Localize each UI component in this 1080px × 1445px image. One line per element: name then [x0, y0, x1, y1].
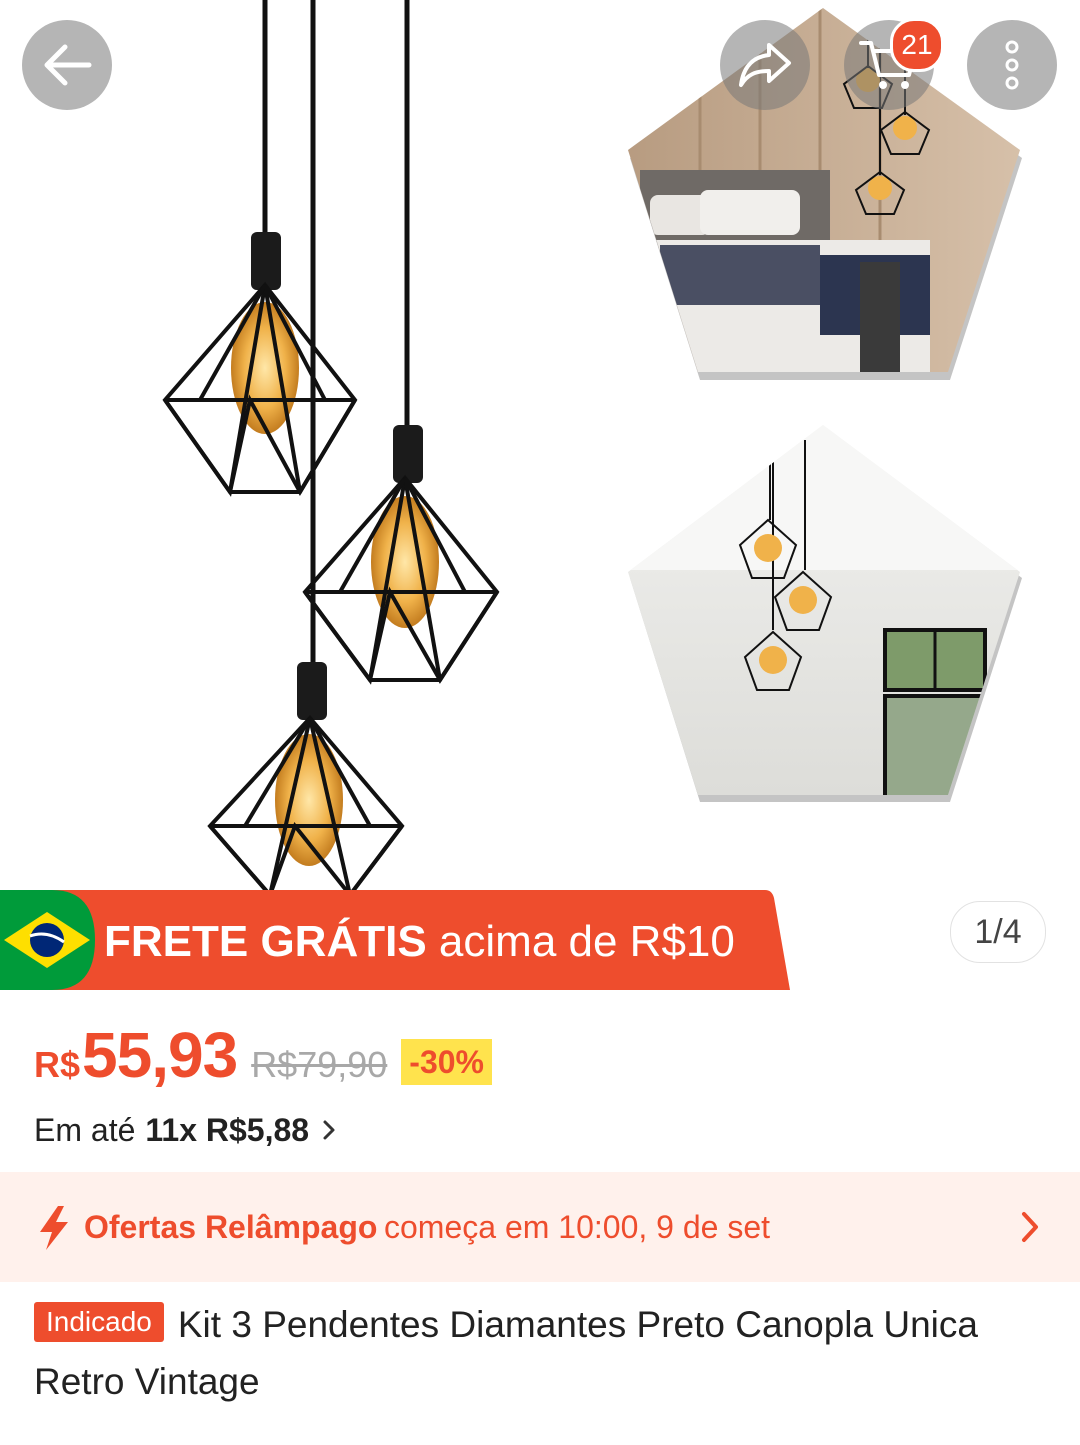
- free-shipping-label: FRETE GRÁTIS: [104, 917, 427, 966]
- product-title: Kit 3 Pendentes Diamantes Preto Canopla …: [34, 1304, 978, 1402]
- chevron-right-icon: [1022, 1212, 1038, 1242]
- original-price: R$79,90: [251, 1044, 388, 1085]
- installment-prefix: Em até: [34, 1111, 136, 1148]
- product-photo: [162, 0, 1022, 899]
- gallery-page-indicator: 1/4: [950, 901, 1046, 963]
- chevron-right-icon: [323, 1120, 335, 1140]
- current-price: 55,93: [82, 1019, 238, 1091]
- pendant-lamp: [302, 425, 500, 685]
- free-shipping-banner: FRETE GRÁTIS acima de R$10: [0, 890, 790, 990]
- living-room-preview: [628, 425, 1022, 802]
- flash-sale-title: Ofertas Relâmpago: [84, 1209, 378, 1245]
- flash-sale-schedule: começa em 10:00, 9 de set: [384, 1209, 770, 1245]
- arrow-left-icon: [44, 44, 92, 86]
- lightning-icon: [40, 1206, 68, 1250]
- installment-link[interactable]: Em até 11x R$5,88: [34, 1108, 337, 1152]
- product-title-block: Indicado Kit 3 Pendentes Diamantes Preto …: [34, 1296, 1044, 1410]
- price-row: R$ 55,93 R$79,90 -30%: [34, 1018, 492, 1098]
- discount-badge: -30%: [401, 1039, 492, 1085]
- recommended-badge: Indicado: [34, 1302, 164, 1342]
- free-shipping-condition: acima de R$10: [438, 917, 735, 966]
- back-button[interactable]: [22, 20, 112, 110]
- price-currency: R$: [34, 1044, 81, 1085]
- brazil-flag-icon: [0, 890, 95, 990]
- more-options-button[interactable]: [967, 20, 1057, 110]
- share-button[interactable]: [720, 20, 810, 110]
- pendant-lamp: [162, 232, 358, 497]
- pendant-lamp: [207, 662, 405, 899]
- flash-sale-bar[interactable]: Ofertas Relâmpago começa em 10:00, 9 de …: [0, 1172, 1080, 1282]
- share-icon: [739, 43, 791, 87]
- more-vertical-icon: [1005, 40, 1019, 90]
- product-image-gallery[interactable]: [0, 0, 1080, 990]
- installment-value: 11x R$5,88: [145, 1111, 310, 1148]
- cart-count-badge: 21: [890, 18, 944, 72]
- product-page: 21 FRETE GRÁTIS acima de R$10 1/4 R$ 55,…: [0, 0, 1080, 1445]
